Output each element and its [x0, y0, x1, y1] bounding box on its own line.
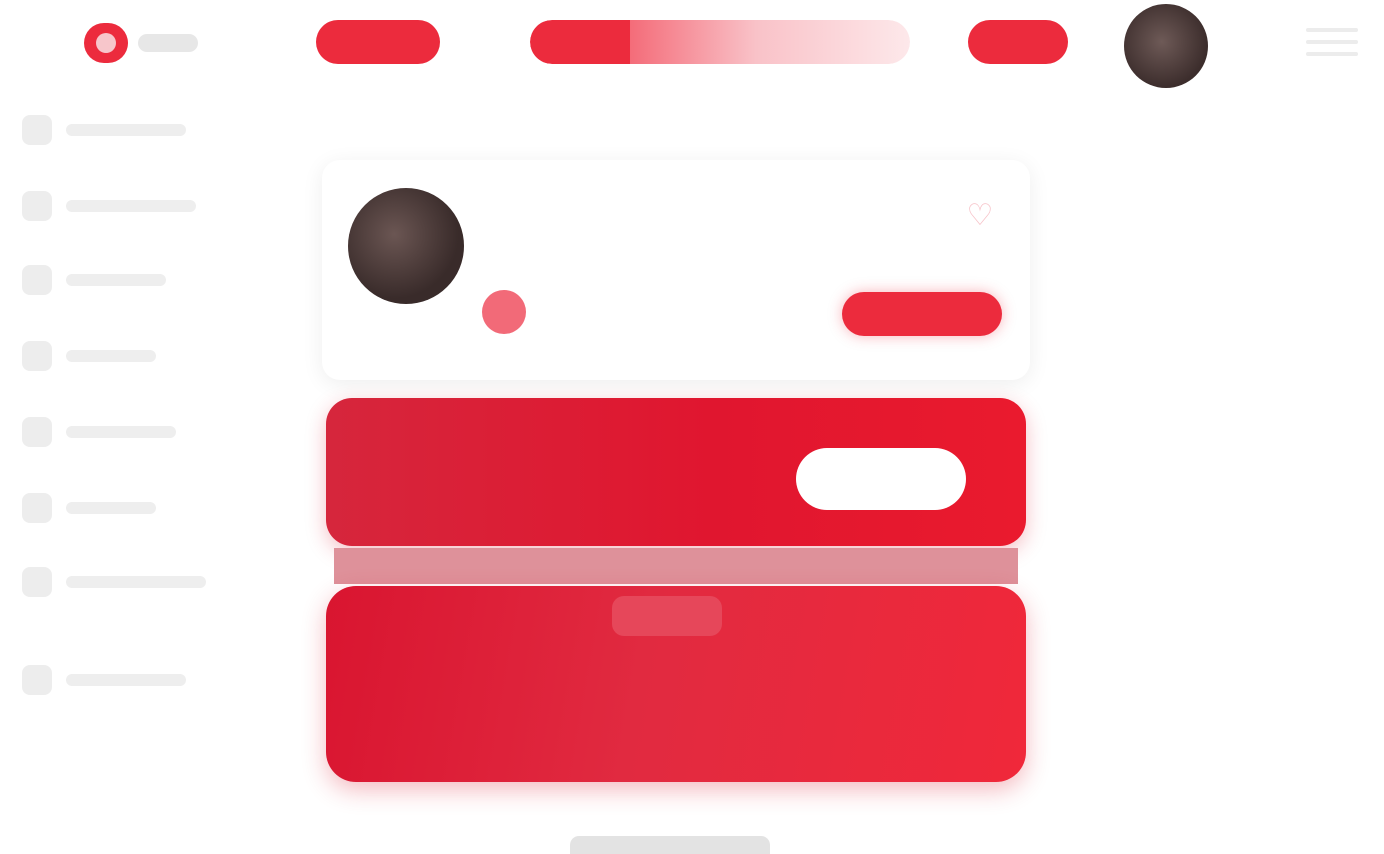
app-logo-wordmark — [138, 34, 198, 52]
sidebar-item-label — [66, 350, 156, 362]
message-icon — [22, 341, 52, 371]
sidebar-item-label — [66, 124, 186, 136]
app-logo-icon — [84, 23, 128, 63]
sidebar-item-lists[interactable] — [22, 488, 222, 528]
heart-icon[interactable]: ♡ — [962, 198, 998, 234]
sidebar-item-label — [66, 200, 196, 212]
nav-secondary-button[interactable] — [968, 20, 1068, 64]
sidebar-item-label — [66, 502, 156, 514]
app-logo[interactable] — [84, 22, 198, 64]
sidebar-item-bookmarks[interactable] — [22, 412, 222, 452]
profile-avatar[interactable] — [348, 188, 464, 304]
page-title — [322, 102, 482, 142]
profile-stats — [482, 290, 762, 334]
user-icon — [22, 567, 52, 597]
feature-banner-badge — [612, 596, 722, 636]
promo-banner-button[interactable] — [796, 448, 966, 510]
bookmark-icon — [22, 417, 52, 447]
feature-banner-text — [386, 664, 926, 714]
sidebar-item-profile[interactable] — [22, 562, 222, 602]
sidebar-item-label — [66, 426, 176, 438]
profile-name — [498, 196, 778, 240]
sidebar-item-home[interactable] — [22, 110, 222, 150]
promo-banner-text — [376, 454, 666, 490]
promo-banner[interactable] — [326, 398, 1026, 546]
nav-primary-button[interactable] — [316, 20, 440, 64]
explore-icon — [22, 191, 52, 221]
sidebar-item-label — [66, 274, 166, 286]
menu-icon[interactable] — [1306, 28, 1358, 56]
sidebar — [22, 100, 232, 710]
list-icon — [22, 493, 52, 523]
search-icon — [530, 20, 630, 64]
sidebar-item-messages[interactable] — [22, 336, 222, 376]
sidebar-item-explore[interactable] — [22, 186, 222, 226]
sidebar-item-settings[interactable] — [22, 660, 222, 700]
search-bar[interactable] — [530, 20, 910, 64]
feature-banner[interactable] — [326, 586, 1026, 782]
follow-button[interactable] — [842, 292, 1002, 336]
sidebar-item-label — [66, 576, 206, 588]
bell-icon — [22, 265, 52, 295]
settings-icon — [22, 665, 52, 695]
stat-icon — [482, 290, 526, 334]
search-input[interactable] — [630, 20, 910, 64]
section-divider — [334, 548, 1018, 584]
sidebar-item-label — [66, 674, 186, 686]
top-navigation-bar — [0, 0, 1384, 88]
home-icon — [22, 115, 52, 145]
bottom-sheet-handle[interactable] — [570, 836, 770, 854]
user-avatar[interactable] — [1124, 4, 1208, 88]
sidebar-item-notifications[interactable] — [22, 260, 222, 300]
profile-subtitle — [498, 244, 738, 262]
profile-card: ♡ — [322, 160, 1030, 380]
